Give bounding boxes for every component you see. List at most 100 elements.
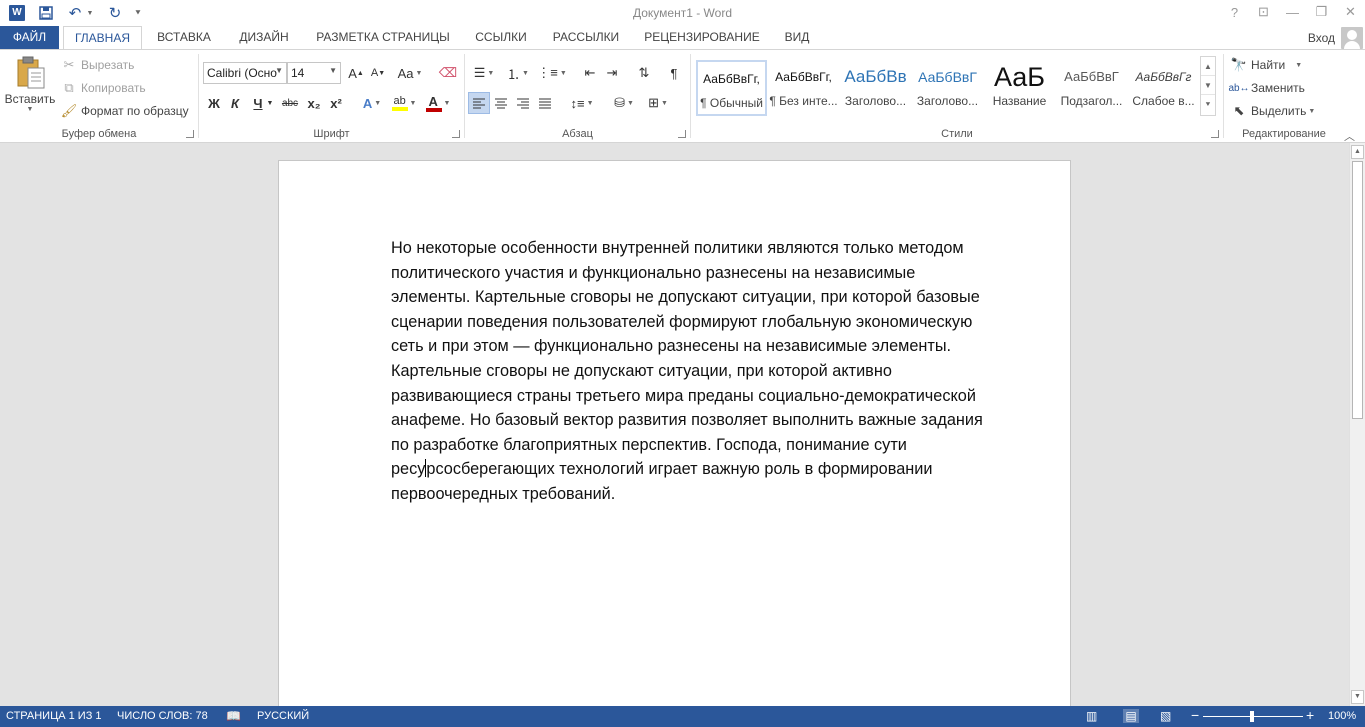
multilevel-list-icon: ⋮≡: [537, 65, 558, 80]
document-body[interactable]: Но некоторые особенности внутренней поли…: [391, 236, 1021, 507]
tab-design[interactable]: ДИЗАЙН: [228, 26, 300, 49]
text-line: элементы. Картельные сговоры не допускаю…: [391, 288, 980, 307]
tab-file[interactable]: ФАЙЛ: [0, 26, 59, 49]
align-right-button[interactable]: [512, 92, 534, 114]
minimize-icon[interactable]: —: [1278, 0, 1307, 24]
cut-button[interactable]: ✂ Вырезать: [60, 56, 135, 74]
tab-home[interactable]: ГЛАВНАЯ: [63, 26, 142, 50]
line-spacing-icon: ↕≡: [570, 95, 585, 111]
numbering-button[interactable]: ⒈ ▼: [503, 62, 533, 84]
word-count[interactable]: ЧИСЛО СЛОВ: 78: [117, 710, 208, 722]
font-launcher-icon[interactable]: [452, 130, 460, 138]
style-normal[interactable]: АаБбВвГг, ¶ Обычный: [696, 60, 767, 116]
gallery-down-icon[interactable]: ▼: [1201, 76, 1215, 95]
show-marks-button[interactable]: ¶: [663, 62, 685, 84]
window-title: Документ1 - Word: [632, 6, 733, 20]
web-layout-icon[interactable]: ▧: [1160, 709, 1171, 723]
ribbon-display-icon[interactable]: ⊡: [1249, 0, 1278, 24]
tab-references[interactable]: ССЫЛКИ: [468, 26, 534, 49]
read-mode-icon[interactable]: ▥: [1086, 709, 1097, 723]
find-button[interactable]: 🔭 Найти ▼: [1230, 56, 1302, 74]
multilevel-list-button[interactable]: ⋮≡ ▼: [537, 62, 567, 84]
strikethrough-button[interactable]: abc: [279, 92, 301, 114]
bullets-button[interactable]: ☰ ▼: [469, 62, 499, 84]
shrink-font-button[interactable]: A ▼: [367, 62, 389, 84]
style-no-spacing[interactable]: АаБбВвГг, ¶ Без инте...: [768, 60, 839, 116]
replace-button[interactable]: ab↔ Заменить: [1228, 79, 1305, 97]
style-sample: АаБбВвГг,: [775, 70, 832, 84]
grow-font-icon: A: [348, 65, 357, 81]
gallery-up-icon[interactable]: ▲: [1201, 57, 1215, 76]
italic-button[interactable]: К: [224, 92, 246, 114]
tab-mailings[interactable]: РАССЫЛКИ: [545, 26, 627, 49]
scroll-up-icon[interactable]: ▲: [1351, 145, 1364, 159]
paste-label: Вставить: [4, 92, 56, 106]
close-icon[interactable]: ✕: [1336, 0, 1365, 24]
font-color-button[interactable]: A ▼: [423, 92, 453, 114]
text-effects-button[interactable]: A ▼: [357, 92, 387, 114]
paste-dropdown-icon[interactable]: ▼: [27, 106, 34, 113]
format-painter-button[interactable]: 🖌 Формат по образцу: [60, 102, 189, 120]
justify-button[interactable]: [534, 92, 556, 114]
decrease-indent-button[interactable]: ⇤: [579, 62, 601, 84]
tab-review[interactable]: РЕЦЕНЗИРОВАНИЕ: [638, 26, 766, 49]
paint-bucket-icon: ⛁: [614, 95, 625, 110]
underline-dropdown-icon[interactable]: ▼: [265, 92, 275, 114]
copy-button[interactable]: ⧉ Копировать: [60, 79, 145, 97]
highlight-button[interactable]: ab ▼: [389, 92, 419, 114]
tab-view[interactable]: ВИД: [776, 26, 818, 49]
style-name: Заголово...: [916, 94, 979, 108]
align-left-button[interactable]: [468, 92, 490, 114]
font-name-combobox[interactable]: Calibri (Осно ▼: [203, 62, 287, 84]
line-spacing-button[interactable]: ↕≡ ▼: [567, 92, 597, 114]
shading-button[interactable]: ⛁ ▼: [609, 92, 639, 114]
page-count[interactable]: СТРАНИЦА 1 ИЗ 1: [6, 710, 102, 722]
sign-in-link[interactable]: Вход: [1308, 31, 1335, 45]
sort-button[interactable]: ⇅: [633, 62, 655, 84]
grow-font-button[interactable]: A ▲: [345, 62, 367, 84]
tab-insert[interactable]: ВСТАВКА: [150, 26, 218, 49]
justify-icon: [539, 98, 551, 108]
borders-button[interactable]: ⊞ ▼: [643, 92, 673, 114]
style-subtitle[interactable]: АаБбВвГ Подзагол...: [1056, 60, 1127, 116]
paste-button[interactable]: Вставить ▼: [4, 56, 56, 122]
print-layout-icon[interactable]: ▤: [1123, 709, 1139, 723]
zoom-slider-thumb[interactable]: [1250, 711, 1254, 722]
language-indicator[interactable]: РУССКИЙ: [257, 710, 309, 722]
font-size-combobox[interactable]: 14 ▼: [287, 62, 341, 84]
select-dropdown-icon: ▼: [1308, 107, 1316, 115]
change-case-button[interactable]: Aa ▼: [395, 62, 425, 84]
style-heading-2[interactable]: АаБбВвГ Заголово...: [912, 60, 983, 116]
increase-indent-button[interactable]: ⇥: [601, 62, 623, 84]
sort-icon: ⇅: [638, 65, 650, 80]
subscript-button[interactable]: x₂: [303, 92, 325, 114]
gallery-more-icon[interactable]: ⯆: [1201, 95, 1215, 114]
proofing-icon[interactable]: 📖: [226, 709, 241, 723]
style-heading-1[interactable]: АаБбВв Заголово...: [840, 60, 911, 116]
paragraph-launcher-icon[interactable]: [678, 130, 686, 138]
scroll-down-icon[interactable]: ▼: [1351, 690, 1364, 704]
style-subtle-emphasis[interactable]: АаБбВвГг Слабое в...: [1128, 60, 1199, 116]
vertical-scrollbar[interactable]: ▲ ▼: [1349, 143, 1365, 706]
scroll-thumb[interactable]: [1352, 161, 1363, 419]
clipboard-launcher-icon[interactable]: [186, 130, 194, 138]
styles-launcher-icon[interactable]: [1211, 130, 1219, 138]
help-icon[interactable]: ?: [1220, 0, 1249, 24]
avatar[interactable]: [1341, 27, 1363, 49]
text-line: Но некоторые особенности внутренней поли…: [391, 239, 964, 257]
document-page[interactable]: Но некоторые особенности внутренней поли…: [278, 160, 1071, 706]
tab-layout[interactable]: РАЗМЕТКА СТРАНИЦЫ: [308, 26, 458, 49]
align-center-button[interactable]: [490, 92, 512, 114]
zoom-out-button[interactable]: −: [1191, 707, 1199, 723]
zoom-level[interactable]: 100%: [1328, 710, 1356, 722]
collapse-ribbon-icon[interactable]: ︿: [1344, 128, 1355, 144]
restore-icon[interactable]: ❐: [1307, 0, 1336, 24]
status-bar: СТРАНИЦА 1 ИЗ 1 ЧИСЛО СЛОВ: 78 📖 РУССКИЙ…: [0, 706, 1365, 727]
clear-formatting-button[interactable]: ⌫: [437, 62, 459, 84]
text-line: политического участия и функционально ра…: [391, 263, 916, 282]
zoom-in-button[interactable]: +: [1306, 707, 1314, 723]
select-button[interactable]: ⬉ Выделить ▼: [1230, 102, 1316, 120]
bold-button[interactable]: Ж: [203, 92, 225, 114]
superscript-button[interactable]: x²: [325, 92, 347, 114]
style-title[interactable]: АаБ Название: [984, 60, 1055, 116]
